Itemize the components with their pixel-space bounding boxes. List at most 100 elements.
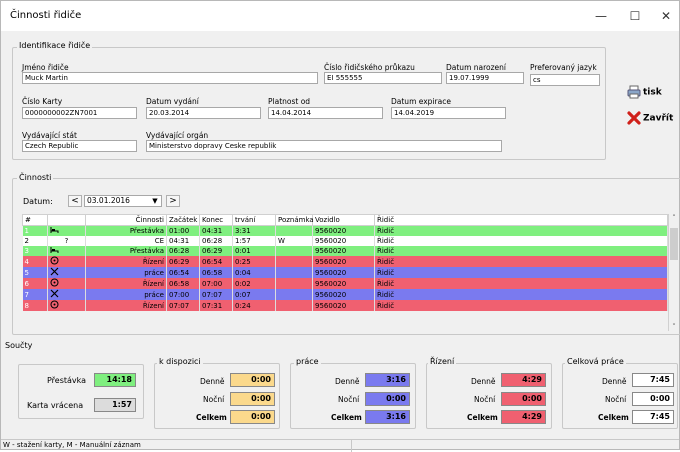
break-total-value: 14:18 [94,373,136,387]
print-button[interactable]: tisk [627,85,662,99]
cell-end: 06:28 [199,236,233,246]
cell-act: Přestávka [85,225,167,236]
close-window-button[interactable]: ✕ [651,7,680,25]
cell-n: 2 [22,236,48,246]
cell-n: 4 [22,256,48,267]
cell-veh: 9560020 [312,289,375,300]
cell-veh: 9560020 [312,300,375,311]
issuing-authority-label: Vydávající orgán [146,131,209,140]
issuing-authority-field[interactable]: Ministerstvo dopravy Ceske republik [146,140,502,152]
date-picker[interactable]: 03.01.2016 ▼ [84,195,162,207]
cell-start: 07:07 [166,300,200,311]
cell-veh: 9560020 [312,236,375,246]
table-row[interactable]: 5 práce 06:54 06:58 0:04 9560020 Řidič [22,267,668,278]
total-work-day-label: Denně [602,377,627,386]
license-number-field[interactable]: EI 555555 [324,72,442,84]
column-header[interactable] [47,214,86,226]
column-header[interactable]: Řidič [374,214,668,226]
cell-drv: Řidič [374,300,668,311]
column-header[interactable]: Činnosti [85,214,167,226]
work-night-label: Noční [338,395,360,404]
card-returned-label: Karta vrácena [27,401,84,410]
issue-date-field[interactable]: 20.03.2014 [146,107,261,119]
cell-start: 06:54 [166,267,200,278]
valid-from-field[interactable]: 14.04.2014 [268,107,383,119]
column-header[interactable]: Konec [199,214,233,226]
previous-day-button[interactable]: < [68,195,82,207]
next-day-button[interactable]: > [166,195,180,207]
cell-dur: 0:24 [232,300,276,311]
issuing-state-field[interactable]: Czech Republic [22,140,137,152]
driving-day-value: 4:29 [501,373,546,387]
card-number-label: Číslo Karty [22,97,63,106]
table-row[interactable]: 3 Přestávka 06:28 06:29 0:01 9560020 Řidič [22,246,668,256]
table-scrollbar[interactable]: ˄ ˅ [668,214,679,331]
break-label: Přestávka [47,376,87,385]
cell-n: 3 [22,246,48,256]
birth-date-field[interactable]: 19.07.1999 [446,72,524,84]
table-row[interactable]: 2? CE 04:31 06:28 1:57 W 9560020 Řidič [22,236,668,246]
cell-drv: Řidič [374,225,668,236]
dropdown-arrow-icon: ▼ [152,197,158,205]
scroll-up-icon[interactable]: ˄ [669,214,679,222]
total-work-day-value: 7:45 [632,373,674,387]
cell-act: CE [85,236,167,246]
maximize-button[interactable]: ☐ [620,7,650,25]
column-header[interactable]: trvání [232,214,276,226]
table-row[interactable]: 1 Přestávka 01:00 04:31 3:31 9560020 Řidič [22,225,668,236]
cell-start: 06:28 [166,246,200,256]
status-bar: W - stažení karty, M - Manuální záznam [1,439,679,452]
cell-drv: Řidič [374,267,668,278]
work-day-label: Denně [335,377,360,386]
close-button[interactable]: Zavřít [627,111,673,125]
expiry-date-field[interactable]: 14.04.2019 [391,107,506,119]
table-row[interactable]: 7 práce 07:00 07:07 0:07 9560020 Řidič [22,289,668,300]
cell-start: 06:58 [166,278,200,289]
valid-from-label: Platnost od [268,97,311,106]
cell-n: 5 [22,267,48,278]
table-row[interactable]: 6 Řízení 06:58 07:00 0:02 9560020 Řidič [22,278,668,289]
cell-n: 6 [22,278,48,289]
cell-act: práce [85,289,167,300]
cell-act: Řízení [85,256,167,267]
minimize-button[interactable]: — [586,7,616,25]
cell-start: 06:29 [166,256,200,267]
cell-start: 01:00 [166,225,200,236]
cell-drv: Řidič [374,278,668,289]
steering-wheel-icon [47,300,86,311]
table-row[interactable]: 8 Řízení 07:07 07:31 0:24 9560020 Řidič [22,300,668,311]
cell-dur: 0:01 [232,246,276,256]
driver-identification-label: Identifikace řidiče [17,41,93,50]
column-header[interactable]: Poznámka [275,214,314,226]
availability-night-value: 0:00 [230,392,275,406]
work-title: práce [294,357,321,366]
status-text: W - stažení karty, M - Manuální záznam [3,441,141,449]
card-number-field[interactable]: 0000000002ZN7001 [22,107,137,119]
column-header[interactable]: # [22,214,48,226]
tools-icon [47,289,86,300]
scrollbar-thumb[interactable] [670,228,678,260]
cell-act: práce [85,267,167,278]
birth-date-label: Datum narození [446,63,506,72]
cell-note: W [275,236,313,246]
table-row[interactable]: 4 Řízení 06:29 06:54 0:25 9560020 Řidič [22,256,668,267]
column-header[interactable]: Začátek [166,214,200,226]
cell-veh: 9560020 [312,256,375,267]
cell-end: 07:07 [199,289,233,300]
cell-end: 07:31 [199,300,233,311]
total-work-night-label: Noční [605,395,627,404]
driver-name-field[interactable]: Muck Martin [22,72,318,84]
driving-night-label: Noční [474,395,496,404]
availability-title: k dispozici [157,357,203,366]
cell-drv: Řidič [374,246,668,256]
table-header: # Činnosti Začátek Konec trvání Poznámka… [22,214,668,226]
date-label: Datum: [23,197,53,206]
total-work-night-value: 0:00 [632,392,674,406]
issuing-state-label: Vydávající stát [22,131,77,140]
work-total-label: Celkem [331,413,362,422]
scroll-down-icon[interactable]: ˅ [669,323,679,331]
cell-note [275,278,313,289]
language-field[interactable]: cs [530,74,600,86]
column-header[interactable]: Vozidlo [312,214,375,226]
cell-dur: 0:25 [232,256,276,267]
